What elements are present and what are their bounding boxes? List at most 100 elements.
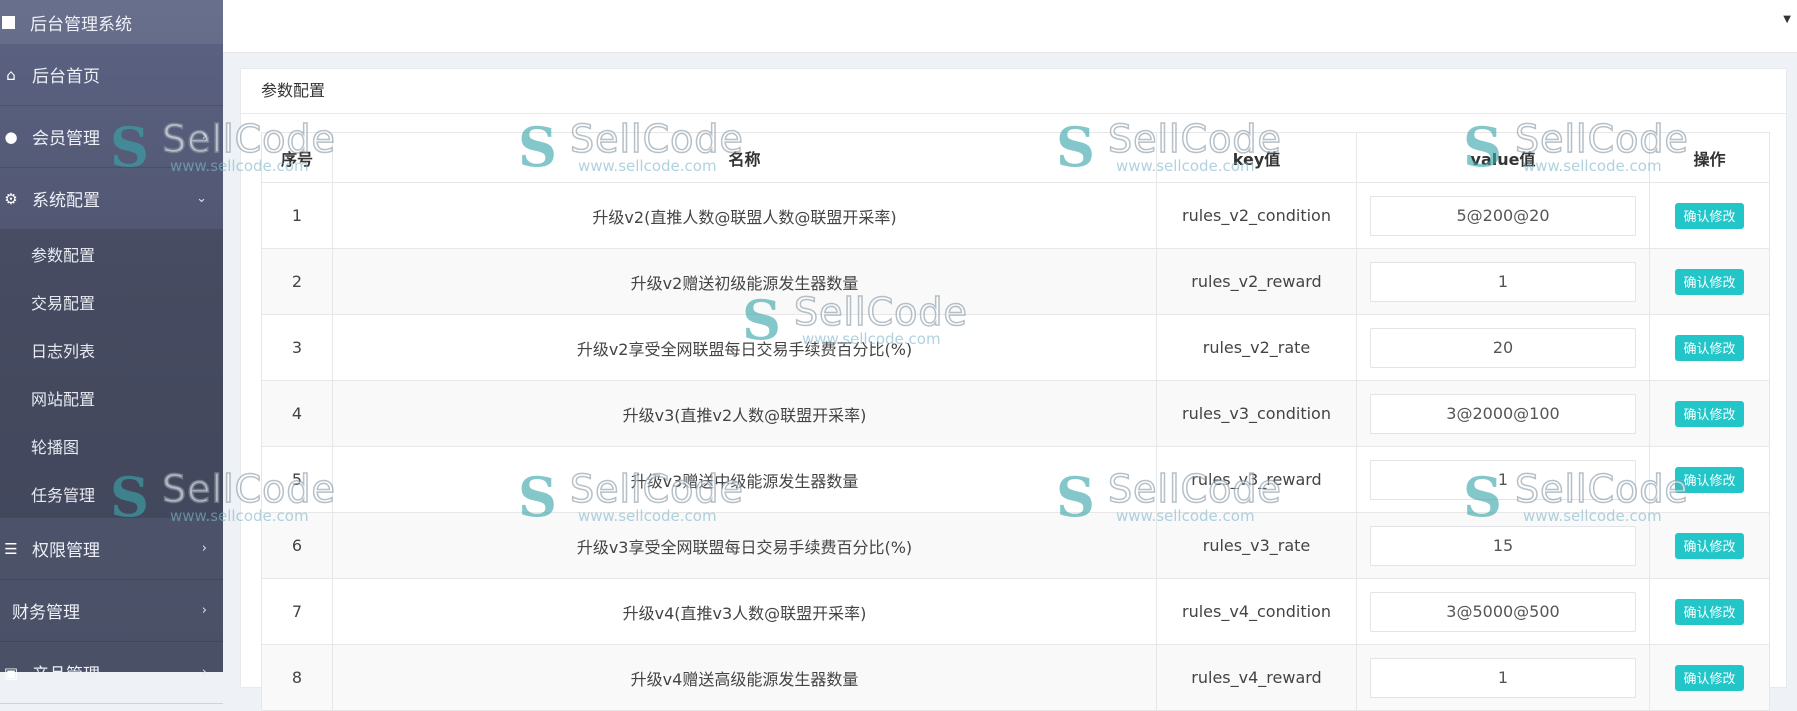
row-id: 8 — [261, 644, 333, 711]
value-input[interactable] — [1370, 525, 1636, 566]
row-action-cell: 确认修改 — [1649, 578, 1770, 645]
row-key: rules_v3_rate — [1156, 512, 1357, 579]
value-input[interactable] — [1370, 195, 1636, 236]
value-input[interactable] — [1370, 591, 1636, 632]
chevron-right-icon: › — [201, 665, 207, 680]
table-header-row: 序号 名称 key值 value值 操作 — [261, 132, 1770, 183]
row-value-cell — [1356, 578, 1650, 645]
value-input[interactable] — [1370, 327, 1636, 368]
sidebar-item-home[interactable]: ⌂ 后台首页 — [0, 44, 223, 106]
value-input[interactable] — [1370, 459, 1636, 500]
submenu-item-tasks[interactable]: 任务管理 — [0, 470, 223, 518]
table-row: 2升级v2赠送初级能源发生器数量rules_v2_reward 确认修改 — [261, 248, 1770, 315]
row-action-cell: 确认修改 — [1649, 182, 1770, 249]
row-value-cell — [1356, 248, 1650, 315]
row-name: 升级v4赠送高级能源发生器数量 — [332, 644, 1157, 711]
value-input[interactable] — [1370, 657, 1636, 698]
row-name: 升级v2(直推人数@联盟人数@联盟开采率) — [332, 182, 1157, 249]
row-name: 升级v3享受全网联盟每日交易手续费百分比(%) — [332, 512, 1157, 579]
row-name: 升级v2享受全网联盟每日交易手续费百分比(%) — [332, 314, 1157, 381]
top-bar: ▼ — [223, 0, 1797, 53]
row-id: 4 — [261, 380, 333, 447]
chevron-down-icon: ⌄ — [196, 191, 207, 206]
row-key: rules_v4_reward — [1156, 644, 1357, 711]
row-key: rules_v3_condition — [1156, 380, 1357, 447]
row-id: 6 — [261, 512, 333, 579]
table-row: 8升级v4赠送高级能源发生器数量rules_v4_reward 确认修改 — [261, 644, 1770, 711]
sidebar-item-finance[interactable]: 财务管理 › — [0, 580, 223, 642]
header-key: key值 — [1156, 132, 1357, 183]
row-key: rules_v2_reward — [1156, 248, 1357, 315]
row-name: 升级v2赠送初级能源发生器数量 — [332, 248, 1157, 315]
row-value-cell — [1356, 644, 1650, 711]
home-icon: ⌂ — [6, 65, 16, 84]
table-row: 4升级v3(直推v2人数@联盟开采率)rules_v3_condition 确认修… — [261, 380, 1770, 447]
table-row: 5升级v3赠送中级能源发生器数量rules_v3_reward 确认修改 — [261, 446, 1770, 513]
submenu-item-carousel[interactable]: 轮播图 — [0, 422, 223, 470]
sidebar-item-members[interactable]: ● 会员管理 › — [0, 106, 223, 168]
user-icon: ● — [4, 127, 18, 146]
row-key: rules_v3_reward — [1156, 446, 1357, 513]
row-name: 升级v3(直推v2人数@联盟开采率) — [332, 380, 1157, 447]
sidebar: 后台管理系统 ⌂ 后台首页 ● 会员管理 › ⚙ 系统配置 ⌄ 参数配置 交易配… — [0, 0, 223, 704]
header-id: 序号 — [261, 132, 333, 183]
confirm-edit-button[interactable]: 确认修改 — [1675, 532, 1744, 559]
sidebar-brand[interactable]: 后台管理系统 — [0, 0, 223, 44]
cogs-icon: ⚙ — [4, 189, 18, 208]
box-icon: ▣ — [3, 663, 19, 682]
row-action-cell: 确认修改 — [1649, 512, 1770, 579]
panel-title: 参数配置 — [241, 69, 1786, 114]
row-value-cell — [1356, 314, 1650, 381]
table-row: 7升级v4(直推v3人数@联盟开采率)rules_v4_condition 确认修… — [261, 578, 1770, 645]
list-icon: ☰ — [4, 539, 18, 558]
table-row: 1 升级v2(直推人数@联盟人数@联盟开采率) rules_v2_condition… — [261, 182, 1770, 249]
row-action-cell: 确认修改 — [1649, 248, 1770, 315]
table-body: 1 升级v2(直推人数@联盟人数@联盟开采率) rules_v2_condition… — [261, 182, 1770, 711]
confirm-edit-button[interactable]: 确认修改 — [1675, 334, 1744, 361]
confirm-edit-button[interactable]: 确认修改 — [1675, 400, 1744, 427]
row-value-cell — [1356, 182, 1650, 249]
row-id: 3 — [261, 314, 333, 381]
confirm-edit-button[interactable]: 确认修改 — [1675, 268, 1744, 295]
table-row: 6升级v3享受全网联盟每日交易手续费百分比(%)rules_v3_rate 确认修… — [261, 512, 1770, 579]
value-input[interactable] — [1370, 261, 1636, 302]
confirm-edit-button[interactable]: 确认修改 — [1675, 466, 1744, 493]
params-panel: 参数配置 序号 名称 key值 value值 操作 1 升级v2(直推人数@联盟人… — [240, 68, 1787, 711]
square-icon — [2, 15, 15, 29]
params-table: 序号 名称 key值 value值 操作 1 升级v2(直推人数@联盟人数@联盟开… — [261, 132, 1770, 711]
row-name: 升级v4(直推v3人数@联盟开采率) — [332, 578, 1157, 645]
header-value: value值 — [1356, 132, 1650, 183]
row-value-cell — [1356, 512, 1650, 579]
table-row: 3升级v2享受全网联盟每日交易手续费百分比(%)rules_v2_rate 确认修… — [261, 314, 1770, 381]
row-value-cell — [1356, 446, 1650, 513]
submenu-item-trade[interactable]: 交易配置 — [0, 278, 223, 326]
confirm-edit-button[interactable]: 确认修改 — [1675, 598, 1744, 625]
sidebar-item-products[interactable]: ▣ 产品管理 › — [0, 642, 223, 704]
confirm-edit-button[interactable]: 确认修改 — [1675, 664, 1744, 691]
submenu-item-params[interactable]: 参数配置 — [0, 230, 223, 278]
row-key: rules_v2_condition — [1156, 182, 1357, 249]
row-key: rules_v4_condition — [1156, 578, 1357, 645]
row-action-cell: 确认修改 — [1649, 380, 1770, 447]
submenu-item-site[interactable]: 网站配置 — [0, 374, 223, 422]
sidebar-item-permissions[interactable]: ☰ 权限管理 › — [0, 518, 223, 580]
row-id: 1 — [261, 182, 333, 249]
header-action: 操作 — [1649, 132, 1770, 183]
row-action-cell: 确认修改 — [1649, 644, 1770, 711]
confirm-edit-button[interactable]: 确认修改 — [1675, 202, 1744, 229]
row-key: rules_v2_rate — [1156, 314, 1357, 381]
brand-title: 后台管理系统 — [30, 14, 132, 35]
row-name: 升级v3赠送中级能源发生器数量 — [332, 446, 1157, 513]
row-id: 7 — [261, 578, 333, 645]
submenu-item-logs[interactable]: 日志列表 — [0, 326, 223, 374]
chevron-right-icon: › — [201, 129, 207, 144]
row-value-cell — [1356, 380, 1650, 447]
row-action-cell: 确认修改 — [1649, 446, 1770, 513]
row-id: 2 — [261, 248, 333, 315]
header-name: 名称 — [332, 132, 1157, 183]
value-input[interactable] — [1370, 393, 1636, 434]
user-menu-caret-icon[interactable]: ▼ — [1783, 14, 1791, 25]
sidebar-item-system-config[interactable]: ⚙ 系统配置 ⌄ — [0, 168, 223, 230]
chevron-right-icon: › — [201, 603, 207, 618]
row-action-cell: 确认修改 — [1649, 314, 1770, 381]
